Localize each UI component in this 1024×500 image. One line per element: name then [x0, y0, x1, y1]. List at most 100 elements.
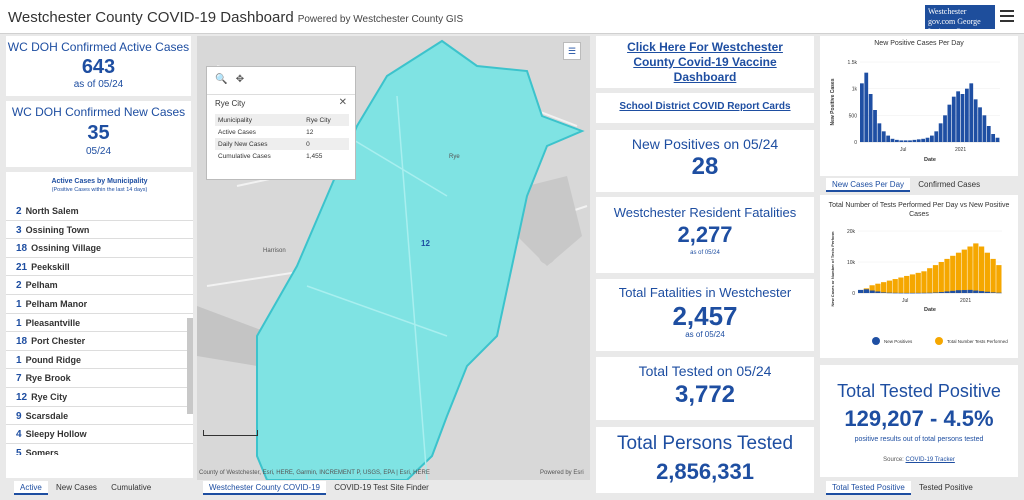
municipality-name: Pound Ridge: [25, 354, 82, 365]
municipality-row[interactable]: 5 Somers: [6, 444, 193, 455]
tab-new-cases-per-day[interactable]: New Cases Per Day: [826, 178, 911, 192]
municipality-row[interactable]: 7 Rye Brook: [6, 369, 193, 388]
chart1-bar: [951, 96, 956, 142]
municipality-count: 1: [16, 298, 22, 310]
school-report-link[interactable]: School District COVID Report Cards: [596, 101, 814, 112]
chart2-positives-bar: [978, 291, 985, 293]
municipality-name: Ossining Town: [25, 224, 90, 235]
municipality-list[interactable]: 2 North Salem 3 Ossining Town 18 Ossining Vil…: [6, 202, 193, 455]
legend-list-icon[interactable]: ☰: [563, 42, 581, 60]
municipality-row[interactable]: 2 Pelham: [6, 276, 193, 295]
municipality-count: 5: [16, 447, 22, 455]
chart1-bar: [912, 139, 917, 142]
chart2-positives-bar: [898, 292, 904, 294]
municipality-name: Rye Brook: [25, 373, 71, 384]
scrollbar[interactable]: [187, 318, 193, 414]
new-cases-value: 35: [87, 122, 110, 144]
chart2-positives-bar: [955, 290, 962, 293]
municipality-count: 2: [16, 280, 22, 292]
chart2-tests-bar: [909, 274, 916, 293]
chart2-positives-bar: [863, 289, 870, 293]
municipality-name: Somers: [25, 447, 59, 455]
zoom-icon[interactable]: 🔍: [215, 74, 227, 85]
chart2-tests-bar: [961, 249, 967, 293]
chart2-tests-bar: [892, 279, 898, 293]
powered-by-esri[interactable]: Powered by Esri: [540, 470, 584, 476]
vaccine-dashboard-link[interactable]: Click Here For Westchester County Covid-…: [596, 40, 814, 85]
municipality-row[interactable]: 2 North Salem: [6, 202, 193, 221]
chart1-plot[interactable]: 1.5k 1k 500 0 Jul 2021 Date New Positive Cases: [820, 54, 1018, 174]
chart1-bar: [921, 138, 926, 142]
chart2-x-tick: Jul: [902, 298, 908, 304]
tab-new-cases[interactable]: New Cases: [50, 481, 103, 495]
active-cases-card: WC DOH Confirmed Active Cases 643 as of …: [6, 36, 191, 96]
chart1-y-label: New Positive Cases: [830, 78, 836, 125]
municipality-name: North Salem: [25, 206, 79, 216]
municipality-count: 7: [16, 373, 22, 385]
municipality-row[interactable]: 12 Rye City: [6, 388, 193, 407]
chart1-bar: [903, 140, 908, 142]
total-fatalities-asof: as of 05/24: [685, 330, 725, 339]
municipality-row[interactable]: 1 Pelham Manor: [6, 295, 193, 314]
chart1-x-tick: 2021: [955, 147, 966, 153]
municipality-row[interactable]: 9 Scarsdale: [6, 407, 193, 426]
tab-active[interactable]: Active: [14, 481, 48, 495]
chart2-positives-bar: [892, 292, 898, 294]
chart1-bar: [895, 139, 899, 142]
municipality-row[interactable]: 4 Sleepy Hollow: [6, 425, 193, 444]
chart2-positives-bar: [915, 292, 921, 294]
chart2-tests-bar: [990, 258, 996, 293]
chart1-bar: [899, 140, 904, 142]
chart1-bar: [947, 104, 952, 142]
map-attribution: County of Westchester, Esri, HERE, Garmi…: [199, 470, 430, 476]
school-link-card: School District COVID Report Cards: [596, 93, 814, 123]
resident-fatalities-asof: as of 05/24: [690, 250, 720, 256]
tab-cumulative[interactable]: Cumulative: [105, 481, 157, 495]
chart1-bar: [881, 131, 886, 142]
municipality-count: 2: [16, 206, 22, 217]
municipality-row[interactable]: 18 Ossining Village: [6, 239, 193, 258]
municipality-row[interactable]: 18 Port Chester: [6, 332, 193, 351]
total-fatalities-value: 2,457: [672, 301, 738, 331]
municipality-row[interactable]: 21 Peekskill: [6, 258, 193, 277]
chart2-positives-bar: [932, 292, 939, 294]
total-persons-value: 2,856,331: [656, 459, 754, 484]
total-fatalities-title: Total Fatalities in Westchester: [618, 285, 792, 300]
map-place-rye: Rye: [449, 154, 460, 160]
municipality-list-panel: Active Cases by Municipality (Positive C…: [6, 172, 193, 478]
tab-total-tested-positive[interactable]: Total Tested Positive: [826, 481, 911, 495]
covid-tracker-link[interactable]: COVID-19 Tracker: [906, 457, 955, 463]
chart1-bar: [986, 126, 991, 142]
dashboard-title: Westchester County COVID-19 Dashboard Pow…: [8, 9, 464, 26]
chart1-bar: [864, 72, 869, 142]
menu-icon[interactable]: [1000, 10, 1014, 22]
tab-tested-positive[interactable]: Tested Positive: [913, 481, 979, 495]
tab-westchester-covid[interactable]: Westchester County COVID-19: [203, 481, 327, 495]
close-icon[interactable]: ✕: [339, 97, 347, 108]
chart1-bar: [890, 138, 895, 142]
move-icon[interactable]: ✥: [236, 74, 244, 85]
chart2-positives-bar: [886, 292, 893, 294]
chart1-y-tick: 0: [854, 140, 857, 146]
tab-test-site-finder[interactable]: COVID-19 Test Site Finder: [328, 481, 435, 495]
total-persons-title: Total Persons Tested: [616, 433, 794, 454]
municipality-row[interactable]: 3 Ossining Town: [6, 221, 193, 240]
municipality-name: Peekskill: [31, 261, 70, 272]
chart2-legend-swatch-tests: [935, 337, 943, 345]
chart2-positives-bar: [950, 290, 956, 293]
chart2-positives-bar: [967, 289, 973, 293]
chart1-bar: [877, 123, 882, 142]
map-place-harrison: Harrison: [263, 248, 286, 254]
municipality-subtitle: (Positive Cases within the last 14 days): [51, 187, 148, 193]
chart2-plot[interactable]: 20k 10k 0 Jul 2021 Date New Cases or Number of…: [820, 221, 1018, 356]
chart2-tests-bar: [950, 255, 956, 293]
municipality-row[interactable]: 1 Pleasantville: [6, 314, 193, 333]
chart1-x-tick: Jul: [900, 147, 906, 153]
chart2-tests-bar: [984, 252, 990, 293]
tab-confirmed-cases[interactable]: Confirmed Cases: [912, 178, 986, 192]
new-cases-card: WC DOH Confirmed New Cases 35 05/24: [6, 101, 191, 167]
municipality-row[interactable]: 1 Pound Ridge: [6, 351, 193, 370]
chart1-bar: [991, 134, 996, 142]
map-tabs: Westchester County COVID-19 COVID-19 Tes…: [203, 481, 435, 495]
chart2-y-tick: 0: [852, 291, 855, 297]
